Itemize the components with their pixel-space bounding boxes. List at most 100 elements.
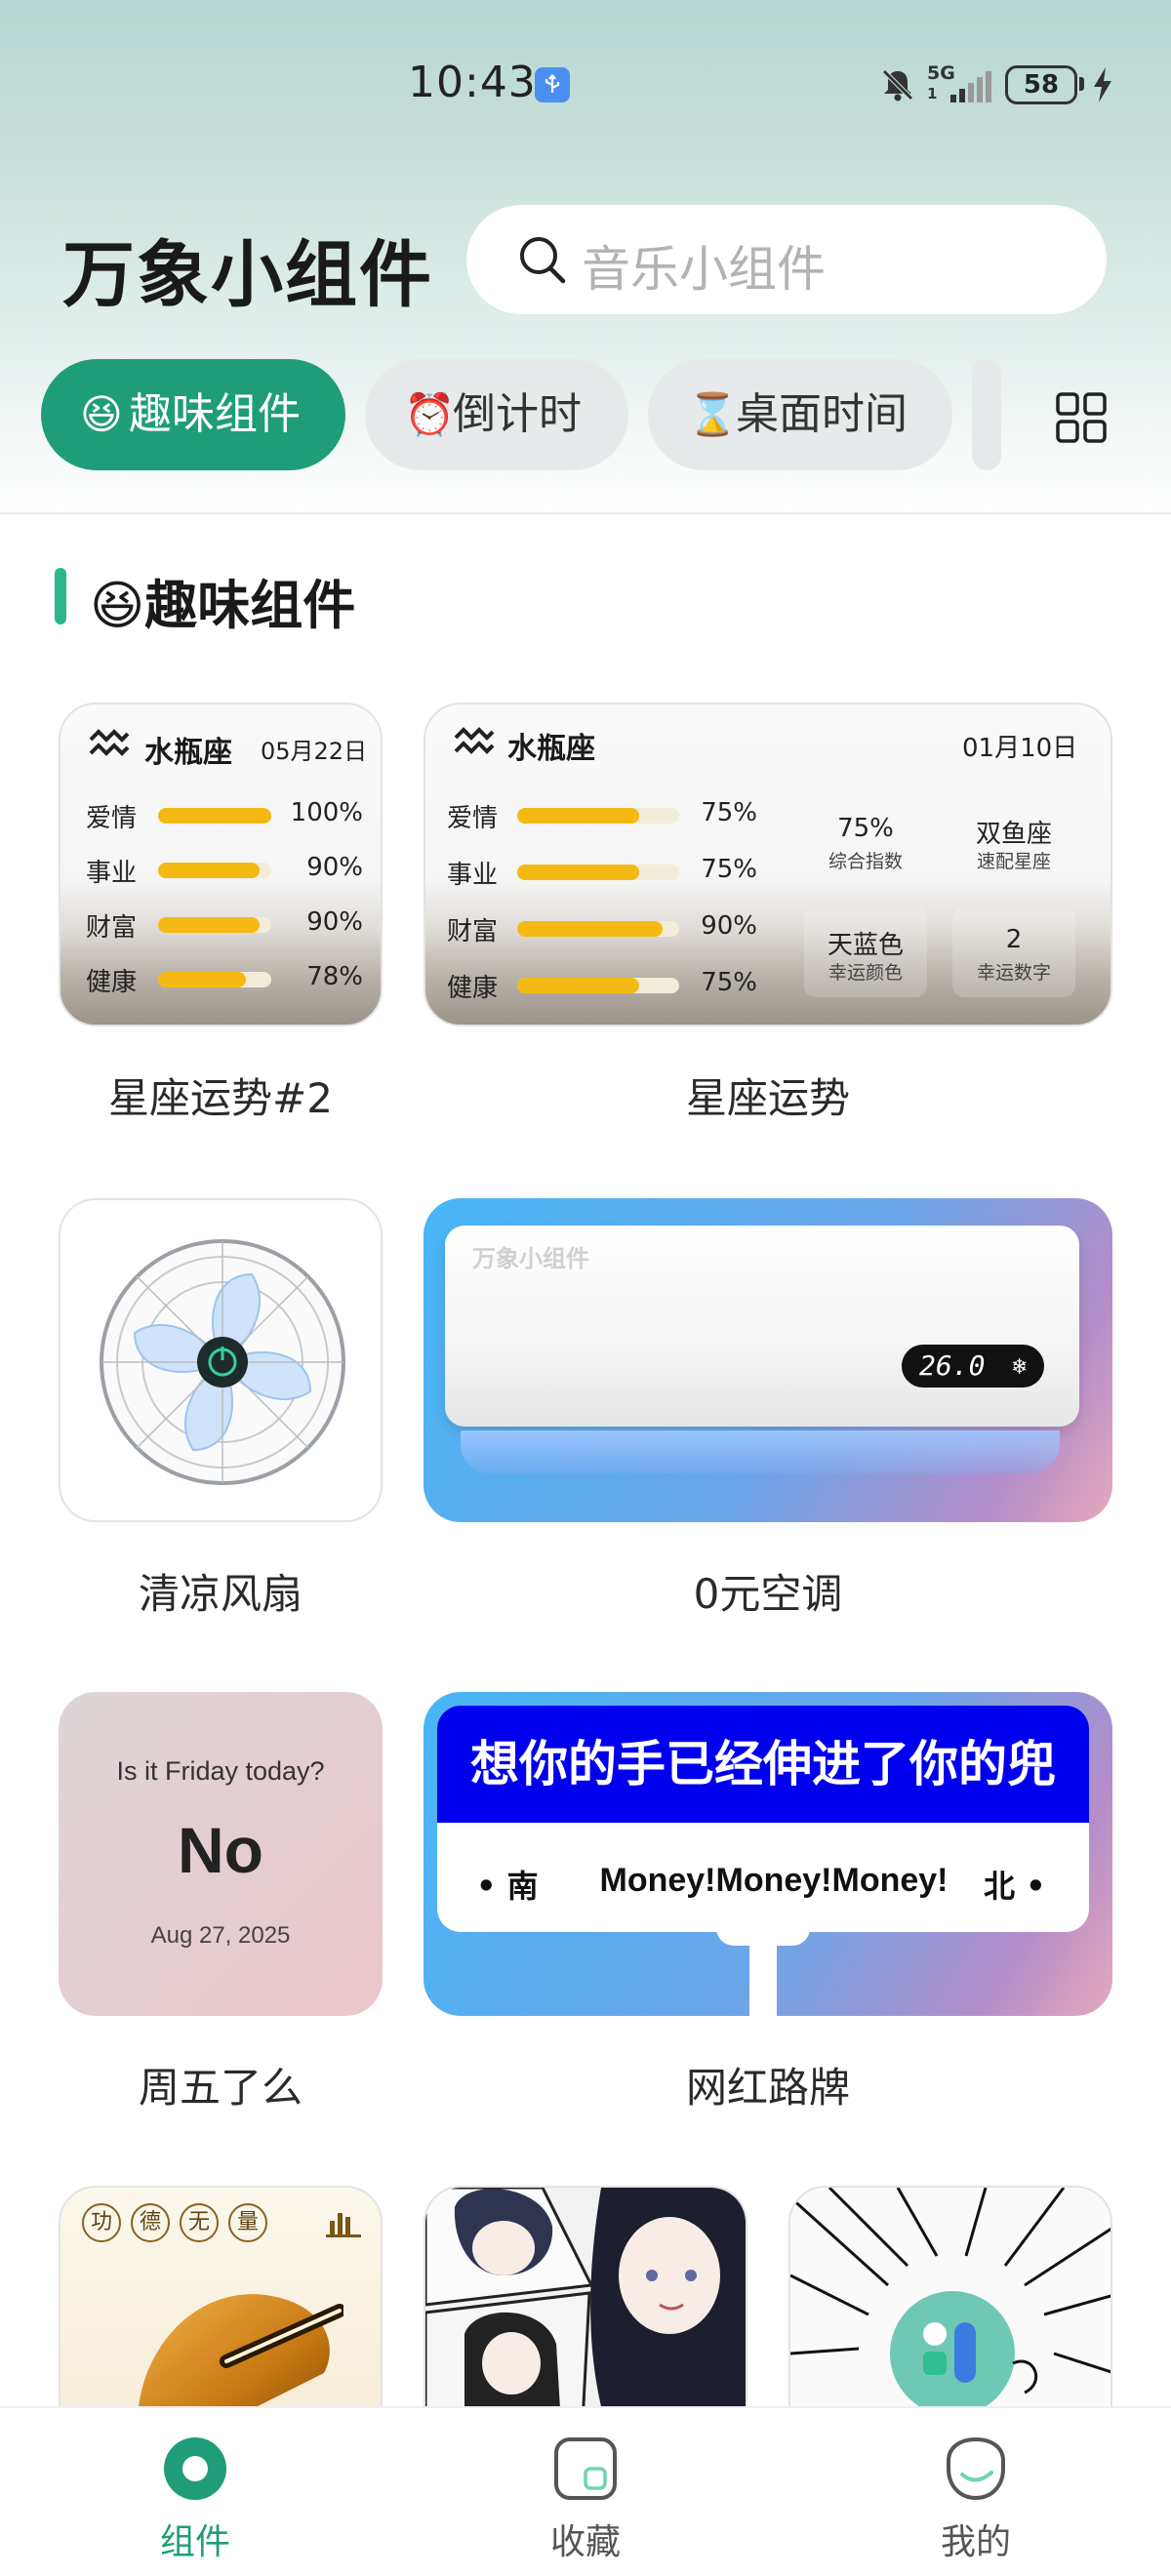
- fortune-bar-fill: [158, 863, 261, 878]
- mute-bell-icon: [882, 69, 913, 101]
- friday-date: Aug 27, 2025: [150, 1922, 291, 1949]
- merit-char: 功: [82, 2203, 121, 2242]
- nav-profile[interactable]: 我的: [878, 2408, 1073, 2576]
- nav-label: 我的: [940, 2522, 1011, 2562]
- friday-widget[interactable]: Is it Friday today? No Aug 27, 2025: [59, 1692, 383, 2016]
- fortune-bar-fill: [517, 865, 639, 880]
- nav-label: 组件: [159, 2522, 230, 2562]
- fortune-bar: [158, 808, 271, 824]
- anime-illustration-icon: [425, 2188, 746, 2441]
- merit-char: 德: [131, 2203, 170, 2242]
- section-title: 😆趣味组件: [90, 575, 356, 636]
- nav-widgets[interactable]: 组件: [98, 2408, 293, 2576]
- signal-icon: [950, 71, 991, 102]
- road-sign-board: 想你的手已经伸进了你的兜 • 南 Money!Money!Money! 北 •: [437, 1706, 1089, 1932]
- row-value: 90%: [306, 853, 363, 882]
- tab-label: 趣味组件: [129, 389, 301, 439]
- charging-bolt-icon: [1094, 67, 1111, 102]
- battery-indicator: 58: [1005, 65, 1077, 104]
- horoscope-date: 05月22日: [261, 738, 368, 765]
- aircon-brand: 万象小组件: [472, 1245, 589, 1272]
- row-label: 财富: [86, 913, 138, 943]
- header-divider: [0, 512, 1171, 514]
- widget-label: 星座运势: [685, 1074, 850, 1122]
- fortune-bar: [517, 865, 679, 880]
- horoscope-small-widget[interactable]: 水瓶座 05月22日 爱情 100% 事业 90% 财富 90% 健康 78%: [59, 703, 383, 1026]
- friday-question: Is it Friday today?: [116, 1756, 325, 1786]
- grid-menu-icon[interactable]: [1054, 390, 1109, 445]
- nav-favorites[interactable]: 收藏: [488, 2408, 683, 2576]
- tab-label: 倒计时: [453, 389, 582, 439]
- tab-partial[interactable]: [972, 359, 1001, 470]
- favorites-icon: [554, 2437, 617, 2500]
- fortune-bar: [158, 972, 271, 987]
- fan-widget[interactable]: [59, 1198, 383, 1522]
- aircon-vent: [461, 1430, 1060, 1473]
- tab-countdown[interactable]: ⏰倒计时: [365, 359, 628, 470]
- aquarius-icon: [89, 729, 130, 756]
- row-value: 90%: [306, 907, 363, 937]
- usb-icon: [535, 67, 570, 102]
- merit-char: 无: [180, 2203, 219, 2242]
- stat-value: 天蓝色: [827, 931, 904, 960]
- fortune-bar-fill: [158, 917, 261, 933]
- battery-tip: [1079, 77, 1084, 91]
- road-sign-left: • 南: [476, 1868, 539, 1905]
- status-bar: 10:43 5G 1 58: [0, 54, 1171, 112]
- road-sign-post: [749, 1938, 777, 2016]
- search-placeholder: 音乐小组件: [582, 241, 826, 298]
- road-sign-widget[interactable]: 想你的手已经伸进了你的兜 • 南 Money!Money!Money! 北 •: [424, 1692, 1112, 2016]
- row-value: 90%: [701, 911, 757, 941]
- stat-value: 双鱼座: [975, 820, 1052, 849]
- horoscope-wide-widget[interactable]: 水瓶座 01月10日 爱情 75% 事业 75% 财富 90% 健康 75% 7…: [424, 703, 1112, 1026]
- row-value: 75%: [701, 855, 757, 884]
- row-value: 78%: [306, 962, 363, 991]
- row-value: 75%: [701, 798, 757, 827]
- row-label: 健康: [86, 968, 138, 997]
- row-label: 事业: [447, 861, 499, 890]
- fortune-bar-fill: [517, 978, 639, 993]
- row-label: 事业: [86, 859, 138, 888]
- stat-caption: 幸运颜色: [828, 962, 903, 984]
- tab-desktop-time[interactable]: ⌛桌面时间: [648, 359, 952, 470]
- fortune-bar-fill: [158, 808, 271, 824]
- status-time: 10:43: [408, 58, 537, 107]
- fortune-bar-fill: [517, 808, 639, 824]
- snowflake-icon: ❄: [1012, 1352, 1027, 1380]
- fortune-bar-fill: [158, 972, 247, 987]
- laughing-emoji-icon: 😆: [80, 390, 123, 438]
- bar-chart-icon: [326, 2213, 361, 2237]
- stat-caption: 综合指数: [828, 851, 903, 872]
- horoscope-date: 01月10日: [962, 734, 1078, 763]
- stat-caption: 幸运数字: [976, 962, 1051, 984]
- road-sign-middle: Money!Money!Money!: [599, 1862, 949, 1899]
- road-sign-headline: 想你的手已经伸进了你的兜: [437, 1706, 1089, 1823]
- aircon-temperature-display: 26.0 ❄: [902, 1345, 1044, 1388]
- row-label: 爱情: [86, 804, 138, 833]
- aircon-widget[interactable]: 万象小组件 26.0 ❄: [424, 1198, 1112, 1522]
- search-input[interactable]: 音乐小组件: [466, 205, 1107, 314]
- fan-icon: [100, 1239, 345, 1485]
- fortune-bar: [517, 921, 679, 937]
- fortune-bar: [517, 808, 679, 824]
- row-value: 75%: [701, 968, 757, 997]
- section-accent-bar: [55, 568, 66, 624]
- app-title: 万象小组件: [62, 233, 433, 317]
- laughing-emoji-icon: 😆: [90, 575, 145, 636]
- horoscope-sign: 水瓶座: [144, 736, 232, 770]
- widget-label: 清凉风扇: [138, 1570, 303, 1618]
- row-label: 财富: [447, 917, 499, 946]
- search-icon: [520, 237, 566, 284]
- hourglass-icon: ⌛: [687, 390, 739, 438]
- fortune-bar: [158, 863, 271, 878]
- stat-value: 75%: [837, 814, 894, 843]
- row-label: 健康: [447, 974, 499, 1003]
- alarm-clock-icon: ⏰: [404, 390, 456, 438]
- stat-value: 2: [1005, 925, 1023, 954]
- speed-lines-icon: [790, 2188, 1110, 2416]
- friday-answer: No: [178, 1814, 263, 1886]
- stat-caption: 速配星座: [976, 851, 1051, 872]
- tab-fun-widgets[interactable]: 😆 趣味组件: [41, 359, 345, 470]
- widget-label: 网红路牌: [685, 2064, 850, 2112]
- row-label: 爱情: [447, 804, 499, 833]
